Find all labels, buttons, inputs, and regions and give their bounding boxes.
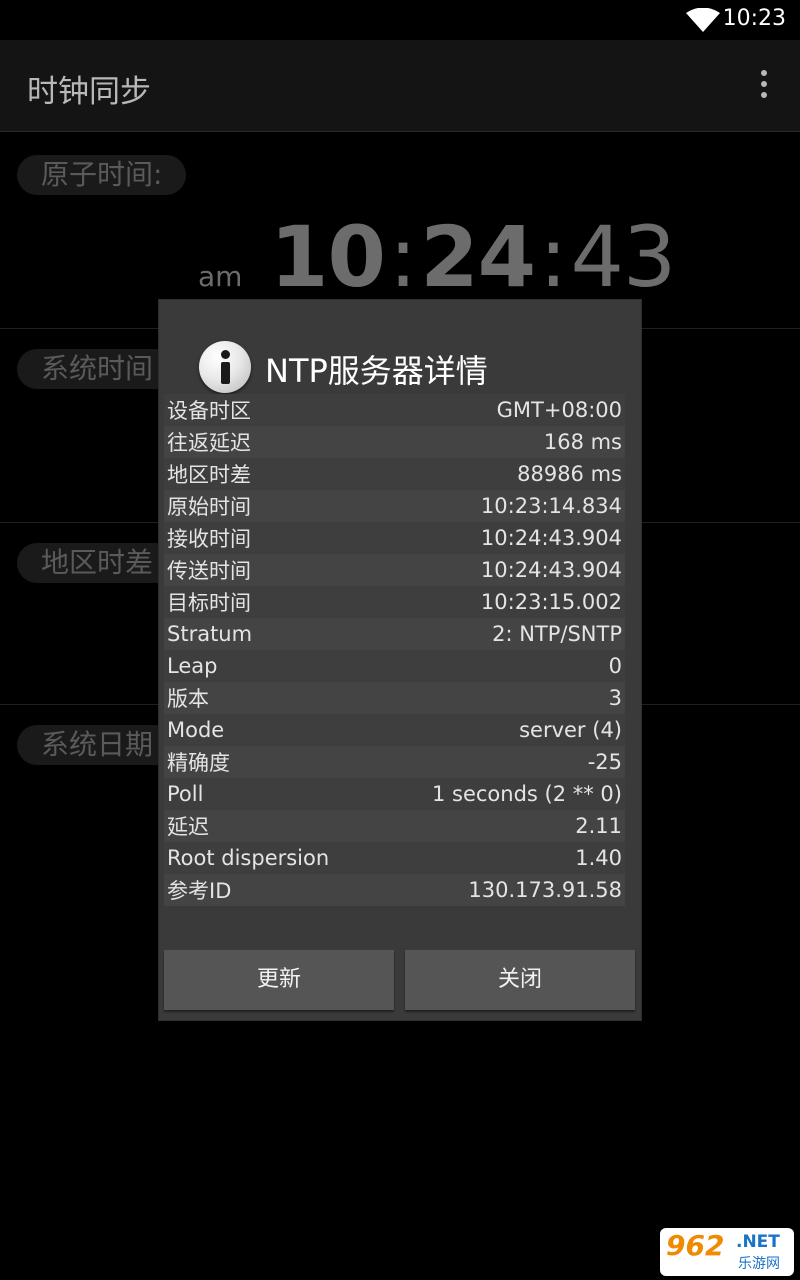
detail-label: 精确度 [167, 751, 230, 775]
detail-label: 接收时间 [167, 527, 251, 551]
details-table: 设备时区 GMT+08:00 往返延迟 168 ms 地区时差 88986 ms 原始… [164, 394, 625, 906]
detail-row-mode: Mode server (4) [164, 714, 625, 746]
time-separator: : [388, 208, 417, 306]
detail-label: 往返延迟 [167, 431, 251, 455]
detail-value: -25 [587, 750, 622, 774]
detail-value: 130.173.91.58 [468, 878, 622, 902]
detail-label: Mode [167, 718, 225, 742]
region-diff-label: 地区时差 [17, 543, 178, 583]
detail-row-timezone: 设备时区 GMT+08:00 [164, 394, 625, 426]
detail-label: Leap [167, 654, 218, 678]
watermark-number: 962 [666, 1229, 725, 1262]
detail-label: Root dispersion [167, 846, 330, 870]
detail-label: 目标时间 [167, 591, 251, 615]
detail-row-receive: 接收时间 10:24:43.904 [164, 522, 625, 554]
detail-row-destination: 目标时间 10:23:15.002 [164, 586, 625, 618]
detail-value: 2.11 [575, 814, 622, 838]
detail-label: 传送时间 [167, 559, 251, 583]
atomic-time-display: 10:24:43 [270, 208, 676, 306]
watermark-site-name: 乐游网 [738, 1256, 780, 1272]
action-bar: 时钟同步 [0, 40, 800, 132]
dialog-header: NTP服务器详情 [159, 338, 641, 394]
status-clock: 10:23 [722, 6, 786, 31]
detail-row-stratum: Stratum 2: NTP/SNTP [164, 618, 625, 650]
site-watermark-logo: 962 .NET 乐游网 [660, 1228, 794, 1276]
overflow-menu-icon[interactable] [754, 70, 774, 104]
app-title: 时钟同步 [27, 74, 151, 110]
detail-label: 延迟 [167, 815, 209, 839]
detail-label: Poll [167, 782, 204, 806]
detail-label: Stratum [167, 622, 253, 646]
detail-value: 1.40 [575, 846, 622, 870]
detail-row-poll: Poll 1 seconds (2 ** 0) [164, 778, 625, 810]
watermark-net: .NET [736, 1232, 780, 1252]
detail-row-root-dispersion: Root dispersion 1.40 [164, 842, 625, 874]
close-button[interactable]: 关闭 [405, 950, 635, 1010]
update-button[interactable]: 更新 [164, 950, 394, 1010]
detail-row-reference-id: 参考ID 130.173.91.58 [164, 874, 625, 906]
wifi-icon [686, 8, 720, 32]
detail-value: 10:23:15.002 [480, 590, 622, 614]
detail-label: 设备时区 [167, 399, 251, 423]
time-hours: 10 [270, 208, 386, 306]
detail-value: 10:23:14.834 [480, 494, 622, 518]
status-bar: 10:23 [0, 0, 800, 40]
detail-row-transmit: 传送时间 10:24:43.904 [164, 554, 625, 586]
detail-value: 0 [608, 654, 622, 678]
detail-label: 参考ID [167, 879, 232, 903]
detail-value: GMT+08:00 [496, 398, 622, 422]
detail-row-originate: 原始时间 10:23:14.834 [164, 490, 625, 522]
time-seconds: 43 [570, 208, 676, 306]
detail-label: 版本 [167, 687, 209, 711]
detail-value: 3 [608, 686, 622, 710]
detail-value: server (4) [519, 718, 622, 742]
time-separator: : [539, 208, 567, 306]
detail-value: 88986 ms [517, 462, 622, 486]
dialog-title: NTP服务器详情 [265, 352, 488, 390]
atomic-time-label: 原子时间: [17, 155, 187, 195]
system-date-label: 系统日期 [17, 725, 178, 765]
detail-row-leap: Leap 0 [164, 650, 625, 682]
detail-row-version: 版本 3 [164, 682, 625, 714]
detail-label: 地区时差 [167, 463, 251, 487]
detail-row-precision: 精确度 -25 [164, 746, 625, 778]
detail-value: 10:24:43.904 [480, 526, 622, 550]
detail-row-round-trip: 往返延迟 168 ms [164, 426, 625, 458]
ntp-details-dialog: NTP服务器详情 设备时区 GMT+08:00 往返延迟 168 ms 地区时差 88… [159, 300, 641, 1020]
detail-value: 10:24:43.904 [480, 558, 622, 582]
ampm-label: am [198, 260, 243, 293]
detail-row-offset: 地区时差 88986 ms [164, 458, 625, 490]
detail-value: 1 seconds (2 ** 0) [431, 782, 622, 806]
detail-value: 168 ms [543, 430, 622, 454]
detail-label: 原始时间 [167, 495, 251, 519]
system-time-label: 系统时间 [17, 349, 178, 389]
detail-value: 2: NTP/SNTP [492, 622, 622, 646]
info-icon [199, 341, 251, 393]
time-minutes: 24 [420, 208, 536, 306]
detail-row-delay: 延迟 2.11 [164, 810, 625, 842]
